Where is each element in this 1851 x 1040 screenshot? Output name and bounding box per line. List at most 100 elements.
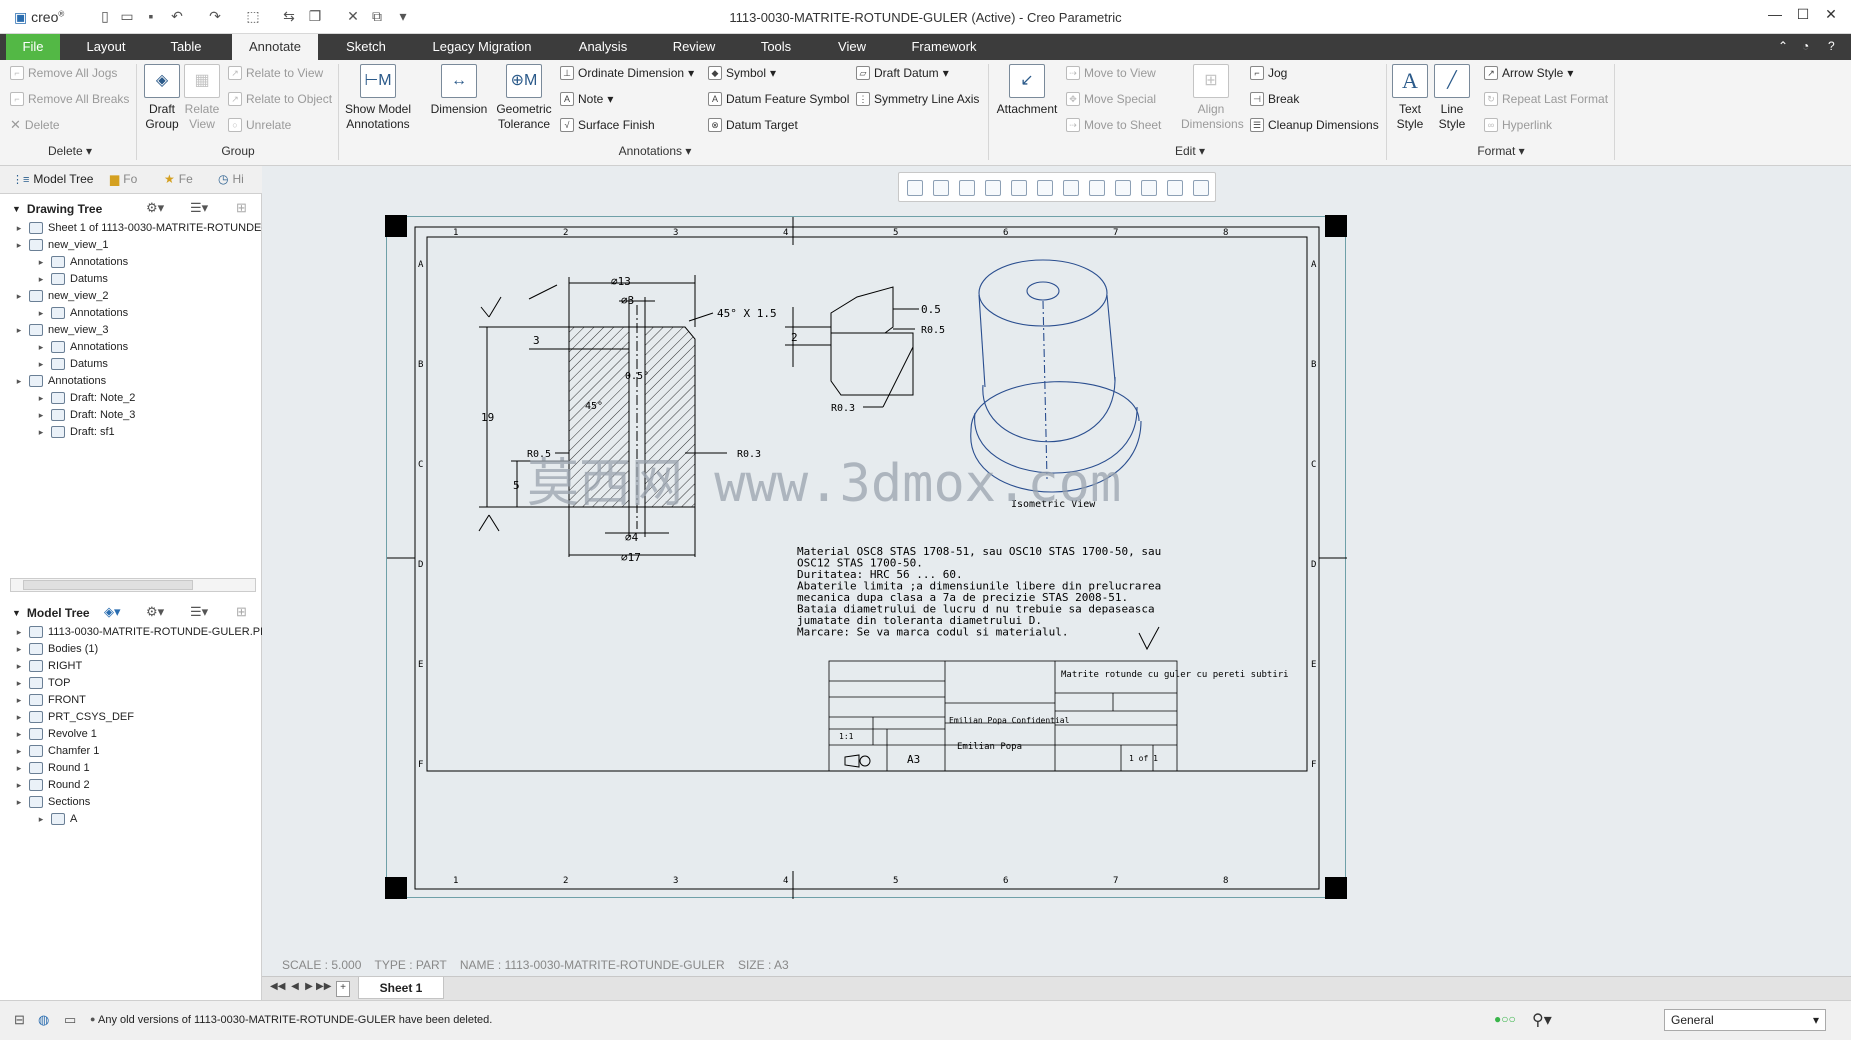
expand-arrow-icon[interactable]: ▸	[36, 393, 46, 404]
tab-model-tree[interactable]: ⋮≡ Model Tree	[12, 172, 93, 186]
relate-view-button[interactable]: ▦ Relate View	[180, 64, 224, 132]
cleanup-dimensions-button[interactable]: ☰ Cleanup Dimensions	[1250, 116, 1379, 134]
show-model-annotations-button[interactable]: ⊢M Show Model Annotations	[342, 64, 414, 132]
expand-arrow-icon[interactable]: ▸	[14, 763, 24, 774]
expand-arrow-icon[interactable]: ▸	[36, 342, 46, 353]
expand-arrow-icon[interactable]: ▸	[14, 695, 24, 706]
tab-folder-browser[interactable]: ▆ Fo	[110, 172, 137, 186]
full-screen-icon[interactable]: ▭	[64, 1012, 76, 1028]
repaint-icon[interactable]	[985, 180, 1001, 196]
horizontal-scrollbar[interactable]	[10, 578, 256, 592]
browser-icon[interactable]: ◍	[38, 1012, 49, 1028]
tree-item[interactable]: ▸ Draft: Note_2	[36, 390, 135, 406]
group-label-format[interactable]: Format ▾	[1466, 144, 1536, 158]
expand-arrow-icon[interactable]: ▸	[14, 746, 24, 757]
view-manager-icon[interactable]	[1063, 180, 1079, 196]
relate-to-view-button[interactable]: ↗ Relate to View	[228, 64, 323, 82]
plane-display-icon[interactable]	[1089, 180, 1105, 196]
datum-feature-symbol-button[interactable]: A Datum Feature Symbol	[708, 90, 849, 108]
csys-display-icon[interactable]	[1167, 180, 1183, 196]
tree-item[interactable]: ▸ Annotations	[36, 254, 128, 270]
display-style-icon[interactable]	[1011, 180, 1027, 196]
selection-filter-dropdown[interactable]: General ▾	[1664, 1009, 1826, 1031]
group-label-annotations[interactable]: Annotations ▾	[600, 144, 710, 158]
move-to-view-button[interactable]: ⇢ Move to View	[1066, 64, 1156, 82]
tree-item[interactable]: ▸ RIGHT	[14, 658, 82, 674]
attachment-button[interactable]: ↙ Attachment	[994, 64, 1060, 117]
unrelate-button[interactable]: ○ Unrelate	[228, 116, 291, 134]
expand-arrow-icon[interactable]: ▸	[14, 780, 24, 791]
show-options-icon[interactable]: ☰▾	[190, 604, 208, 620]
tab-sheet-1[interactable]: Sheet 1	[358, 977, 444, 999]
expand-arrow-icon[interactable]: ▸	[14, 376, 24, 387]
tab-layout[interactable]: Layout	[78, 34, 134, 60]
tab-file[interactable]: File	[6, 34, 60, 60]
group-label-delete[interactable]: Delete ▾	[40, 144, 100, 158]
geometric-tolerance-button[interactable]: ⊕M Geometric Tolerance	[494, 64, 554, 132]
filter-icon[interactable]: ⊞	[236, 604, 247, 620]
tree-item[interactable]: ▸ Annotations	[36, 339, 128, 355]
datum-target-button[interactable]: ⊗ Datum Target	[708, 116, 798, 134]
refit-icon[interactable]	[907, 180, 923, 196]
expand-arrow-icon[interactable]: ▸	[14, 627, 24, 638]
break-button[interactable]: ⊣ Break	[1250, 90, 1299, 108]
saved-orientations-icon[interactable]	[1037, 180, 1053, 196]
tab-framework[interactable]: Framework	[904, 34, 984, 60]
expand-arrow-icon[interactable]: ▸	[14, 678, 24, 689]
align-dimensions-button[interactable]: ⊞ Align Dimensions	[1178, 64, 1244, 132]
expand-arrow-icon[interactable]: ▸	[36, 410, 46, 421]
tab-favorites[interactable]: ★ Fe	[164, 172, 193, 186]
drawing-tree-header[interactable]: ▼ Drawing Tree	[12, 202, 102, 216]
remove-all-breaks-button[interactable]: ⌐ Remove All Breaks	[10, 90, 129, 108]
expand-arrow-icon[interactable]: ▸	[14, 644, 24, 655]
tree-item[interactable]: ▸ Datums	[36, 271, 108, 287]
tree-item[interactable]: ▸ new_view_1	[14, 237, 109, 253]
expand-arrow-icon[interactable]: ▸	[14, 797, 24, 808]
jog-button[interactable]: ⌐ Jog	[1250, 64, 1287, 82]
help-icon[interactable]: ?	[1828, 39, 1835, 53]
expand-arrow-icon[interactable]: ▸	[14, 291, 24, 302]
tree-settings-icon[interactable]: ⚙▾	[146, 604, 164, 620]
dimension-button[interactable]: ↔ Dimension	[428, 64, 490, 117]
symmetry-line-axis-button[interactable]: ⋮ Symmetry Line Axis	[856, 90, 979, 108]
move-special-button[interactable]: ✥ Move Special	[1066, 90, 1156, 108]
show-options-icon[interactable]: ☰▾	[190, 200, 208, 216]
tree-settings-icon[interactable]: ⚙▾	[146, 200, 164, 216]
tree-item[interactable]: ▸ PRT_CSYS_DEF	[14, 709, 134, 725]
tree-item[interactable]: ▸ new_view_2	[14, 288, 109, 304]
tab-table[interactable]: Table	[160, 34, 212, 60]
tab-annotate[interactable]: Annotate	[232, 34, 318, 60]
tree-item[interactable]: ▸ Annotations	[14, 373, 106, 389]
prev-sheet-icon[interactable]: ◀	[288, 981, 302, 997]
last-sheet-icon[interactable]: ▶▶	[316, 981, 331, 997]
collapse-ribbon-icon[interactable]: ⌃	[1778, 39, 1788, 53]
close-icon[interactable]: ✕	[1818, 6, 1844, 26]
move-to-sheet-button[interactable]: ⇢ Move to Sheet	[1066, 116, 1161, 134]
tab-review[interactable]: Review	[664, 34, 724, 60]
ordinate-dimension-button[interactable]: ⊥ Ordinate Dimension ▾	[560, 64, 694, 82]
notification-icon[interactable]: ◔	[1802, 39, 1809, 53]
tree-item[interactable]: ▸ Sections	[14, 794, 90, 810]
tree-item[interactable]: ▸ Round 2	[14, 777, 90, 793]
tree-item[interactable]: ▸ 1113-0030-MATRITE-ROTUNDE-GULER.PRT	[14, 624, 275, 640]
maximize-icon[interactable]: ☐	[1790, 6, 1816, 26]
tab-legacy-migration[interactable]: Legacy Migration	[424, 34, 540, 60]
model-tree-header[interactable]: ▼ Model Tree	[12, 606, 90, 620]
expand-arrow-icon[interactable]: ▸	[14, 712, 24, 723]
filter-icon[interactable]: ⊞	[236, 200, 247, 216]
expand-arrow-icon[interactable]: ▸	[14, 240, 24, 251]
axis-display-icon[interactable]	[1115, 180, 1131, 196]
zoom-out-icon[interactable]	[959, 180, 975, 196]
expand-arrow-icon[interactable]: ▸	[14, 325, 24, 336]
tree-item[interactable]: ▸ new_view_3	[14, 322, 109, 338]
hyperlink-button[interactable]: ∞ Hyperlink	[1484, 116, 1552, 134]
next-sheet-icon[interactable]: ▶	[302, 981, 316, 997]
note-button[interactable]: A Note ▾	[560, 90, 613, 108]
draft-group-button[interactable]: ◈ Draft Group	[140, 64, 184, 132]
graphics-area[interactable]: 1122334455667788AABBCCDDEEFF ⌀13 ⌀3 45° …	[262, 166, 1851, 976]
arrow-style-button[interactable]: ↗ Arrow Style ▾	[1484, 64, 1573, 82]
expand-arrow-icon[interactable]: ▸	[36, 308, 46, 319]
group-label-edit[interactable]: Edit ▾	[1160, 144, 1220, 158]
tab-tools[interactable]: Tools	[752, 34, 800, 60]
expand-arrow-icon[interactable]: ▸	[36, 274, 46, 285]
